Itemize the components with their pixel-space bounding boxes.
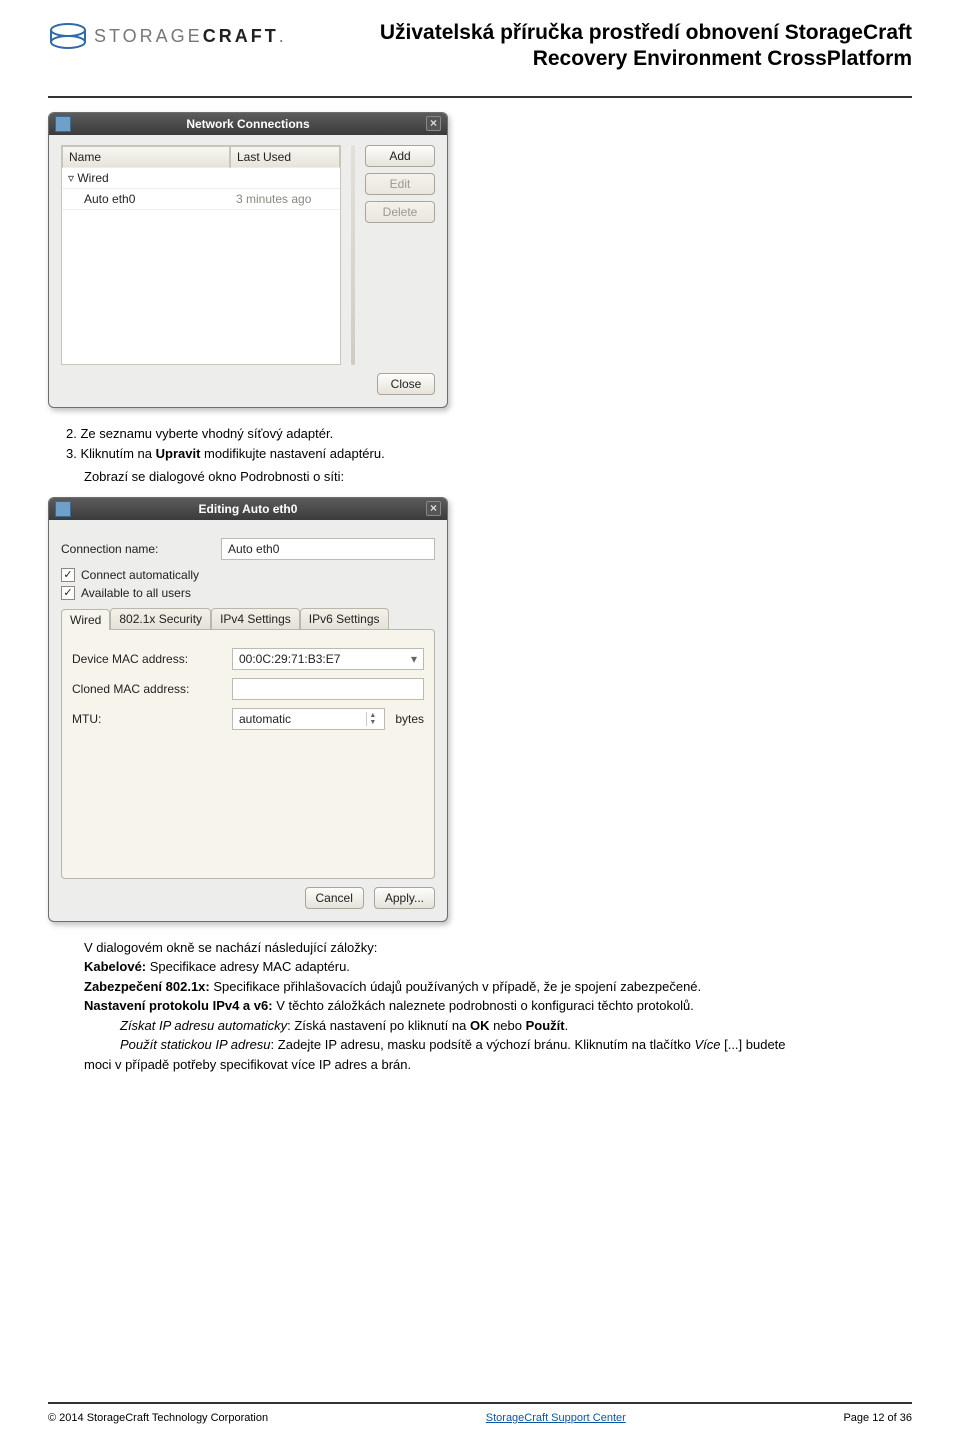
- dialog-title: Editing Auto eth0: [199, 502, 298, 516]
- device-mac-select[interactable]: 00:0C:29:71:B3:E7▾: [232, 648, 424, 670]
- connections-tree[interactable]: Name Last Used ▿ Wired Auto eth03 minute…: [61, 145, 341, 365]
- page-footer: © 2014 StorageCraft Technology Corporati…: [48, 1412, 912, 1424]
- tab-wired[interactable]: Wired: [61, 609, 110, 630]
- step-number: 2.: [66, 426, 77, 441]
- column-lastused[interactable]: Last Used: [230, 146, 340, 168]
- screenshot-network-connections: Network Connections × Name Last Used ▿ W…: [48, 112, 448, 408]
- label-cloned-mac: Cloned MAC address:: [72, 682, 222, 696]
- dialog-titlebar: Editing Auto eth0 ×: [49, 498, 447, 520]
- available-all-users-checkbox[interactable]: ✓Available to all users: [61, 586, 435, 600]
- logo-mark-icon: [48, 20, 88, 52]
- tab-panel-wired: Device MAC address: 00:0C:29:71:B3:E7▾ C…: [61, 629, 435, 879]
- close-button[interactable]: Close: [377, 373, 435, 395]
- screenshot-editing-connection: Editing Auto eth0 × Connection name: Aut…: [48, 497, 448, 922]
- network-icon: [55, 501, 71, 517]
- page-header: STORAGECRAFT. Uživatelská příručka prost…: [48, 20, 912, 86]
- explain-intro: V dialogovém okně se nachází následující…: [84, 938, 912, 958]
- mtu-stepper[interactable]: automatic ▲▼: [232, 708, 385, 730]
- label-mtu: MTU:: [72, 712, 222, 726]
- cloned-mac-input[interactable]: [232, 678, 424, 700]
- tab-8021x[interactable]: 802.1x Security: [110, 608, 211, 629]
- close-icon[interactable]: ×: [426, 116, 441, 131]
- step-text: Ze seznamu vyberte vhodný síťový adaptér…: [80, 426, 333, 441]
- logo-text: STORAGECRAFT.: [94, 26, 287, 47]
- dialog-titlebar: Network Connections ×: [49, 113, 447, 135]
- footer-rule: [48, 1402, 912, 1404]
- tree-group: Wired: [77, 171, 108, 185]
- connect-automatically-checkbox[interactable]: ✓Connect automatically: [61, 568, 435, 582]
- chevron-down-icon[interactable]: ▼: [366, 719, 378, 726]
- step-result: Zobrazí se dialogové okno Podrobnosti o …: [84, 467, 912, 487]
- document-title: Uživatelská příručka prostředí obnovení …: [380, 20, 912, 73]
- column-name[interactable]: Name: [62, 146, 230, 168]
- label-bytes: bytes: [395, 712, 424, 726]
- step-number: 3.: [66, 446, 77, 461]
- tab-ipv4[interactable]: IPv4 Settings: [211, 608, 300, 629]
- network-icon: [55, 116, 71, 132]
- tree-item-time: 3 minutes ago: [230, 189, 340, 210]
- page-number: Page 12 of 36: [843, 1412, 912, 1424]
- add-button[interactable]: Add: [365, 145, 435, 167]
- copyright: © 2014 StorageCraft Technology Corporati…: [48, 1412, 268, 1424]
- close-icon[interactable]: ×: [426, 501, 441, 516]
- edit-button[interactable]: Edit: [365, 173, 435, 195]
- cancel-button[interactable]: Cancel: [305, 887, 364, 909]
- chevron-up-icon[interactable]: ▲: [366, 712, 378, 719]
- logo: STORAGECRAFT.: [48, 20, 287, 52]
- chevron-down-icon: ▾: [411, 652, 417, 666]
- list-scrollbar[interactable]: [351, 145, 355, 365]
- tree-item[interactable]: Auto eth0: [62, 189, 230, 210]
- label-device-mac: Device MAC address:: [72, 652, 222, 666]
- dialog-title: Network Connections: [186, 117, 309, 131]
- support-link[interactable]: StorageCraft Support Center: [486, 1412, 626, 1424]
- apply-button[interactable]: Apply...: [374, 887, 435, 909]
- delete-button[interactable]: Delete: [365, 201, 435, 223]
- label-connection-name: Connection name:: [61, 542, 211, 556]
- header-rule: [48, 96, 912, 98]
- tab-ipv6[interactable]: IPv6 Settings: [300, 608, 389, 629]
- connection-name-input[interactable]: Auto eth0: [221, 538, 435, 560]
